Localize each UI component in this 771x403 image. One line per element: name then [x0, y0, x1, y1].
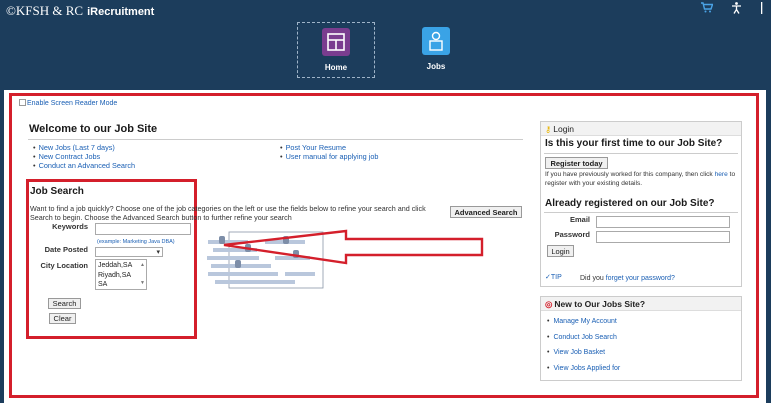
cart-icon[interactable] [701, 2, 714, 16]
home-icon [322, 28, 350, 56]
new-to-site-links: Manage My Account Conduct Job Search Vie… [547, 314, 620, 376]
welcome-title: Welcome to our Job Site [29, 123, 158, 135]
target-icon: ◎ [545, 299, 553, 309]
clear-button[interactable]: Clear [49, 313, 76, 324]
welcome-links-right: Post Your Resume User manual for applyin… [280, 143, 379, 161]
nav-jobs[interactable]: Jobs [397, 22, 475, 78]
advanced-search-button[interactable]: Advanced Search [450, 206, 522, 218]
welcome-links-left: New Jobs (Last 7 days) New Contract Jobs… [33, 143, 136, 170]
more-icon[interactable] [760, 1, 763, 17]
link-new-contract-jobs[interactable]: New Contract Jobs [33, 152, 135, 161]
link-advanced-search[interactable]: Conduct an Advanced Search [33, 161, 136, 170]
header-icons [701, 1, 763, 17]
brand-logo[interactable]: ©KFSH & RC iRecruitment [6, 3, 154, 19]
date-posted-label: Date Posted [44, 245, 88, 254]
link-user-manual[interactable]: User manual for applying job [280, 152, 379, 161]
register-note-prefix: If you have previously worked for this c… [545, 171, 713, 178]
divider [544, 153, 738, 154]
login-button[interactable]: Login [547, 245, 574, 257]
tip-badge: ✓TIP [545, 273, 562, 281]
top-header: ©KFSH & RC iRecruitment Home Jobs [0, 0, 771, 90]
city-option[interactable]: Jeddah,SA [98, 261, 144, 271]
email-field[interactable] [596, 216, 730, 228]
broken-image-icon [19, 99, 26, 106]
keywords-input[interactable] [95, 223, 191, 235]
keywords-hint: (example: Marketing Java DBA) [97, 239, 175, 245]
nav-jobs-label: Jobs [426, 62, 446, 71]
brand-name: ©KFSH & RC [6, 3, 84, 18]
nav-home[interactable]: Home [297, 22, 375, 78]
register-button[interactable]: Register today [545, 157, 608, 169]
new-to-site-header: ◎ New to Our Jobs Site? [541, 297, 741, 311]
chevron-down-icon: ▾ [156, 249, 160, 256]
registered-title: Already registered on our Job Site? [545, 198, 715, 209]
scrollbar-arrows[interactable]: ▲ ▼ [140, 261, 145, 288]
forgot-prefix: Did you [580, 275, 604, 282]
city-option[interactable]: SA [98, 280, 144, 290]
login-header-label: Login [553, 124, 575, 134]
link-view-jobs-applied[interactable]: View Jobs Applied for [547, 361, 620, 377]
forgot-password-link[interactable]: forget your password? [606, 275, 675, 282]
screen-reader-label: Enable Screen Reader Mode [27, 100, 118, 107]
new-to-site-label: New to Our Jobs Site? [554, 299, 646, 309]
app-name: iRecruitment [87, 6, 155, 18]
key-icon: ⚷ [545, 124, 552, 134]
link-post-resume[interactable]: Post Your Resume [280, 143, 378, 152]
forgot-password: Did you forget your password? [580, 275, 675, 282]
link-conduct-job-search[interactable]: Conduct Job Search [547, 330, 620, 346]
screen-reader-link[interactable]: Enable Screen Reader Mode [19, 99, 117, 107]
city-option[interactable]: Riyadh,SA [98, 271, 144, 281]
link-view-job-basket[interactable]: View Job Basket [547, 345, 620, 361]
search-button[interactable]: Search [48, 298, 81, 309]
city-location-list[interactable]: Jeddah,SA Riyadh,SA SA ▲ ▼ [95, 259, 147, 290]
password-label: Password [554, 230, 590, 239]
date-posted-select[interactable]: ▾ [95, 247, 163, 257]
login-header: ⚷ Login [541, 122, 741, 136]
tip-label: TIP [550, 274, 562, 281]
divider [544, 212, 738, 213]
nav-home-label: Home [324, 63, 348, 72]
register-note: If you have previously worked for this c… [545, 171, 740, 188]
first-time-title: Is this your first time to our Job Site? [545, 138, 723, 149]
email-label: Email [569, 215, 590, 224]
red-arrow-annotation [223, 229, 484, 265]
register-here-link[interactable]: here [715, 171, 728, 178]
job-search-title: Job Search [30, 186, 84, 197]
divider [28, 139, 523, 140]
link-manage-account[interactable]: Manage My Account [547, 314, 620, 330]
job-search-description: Want to find a job quickly? Choose one o… [30, 204, 426, 222]
keywords-label: Keywords [52, 222, 88, 231]
accessibility-icon[interactable] [731, 1, 742, 17]
password-field[interactable] [596, 231, 730, 243]
link-new-jobs[interactable]: New Jobs (Last 7 days) [33, 143, 135, 152]
city-location-label: City Location [40, 261, 88, 270]
briefcase-user-icon [422, 27, 450, 55]
